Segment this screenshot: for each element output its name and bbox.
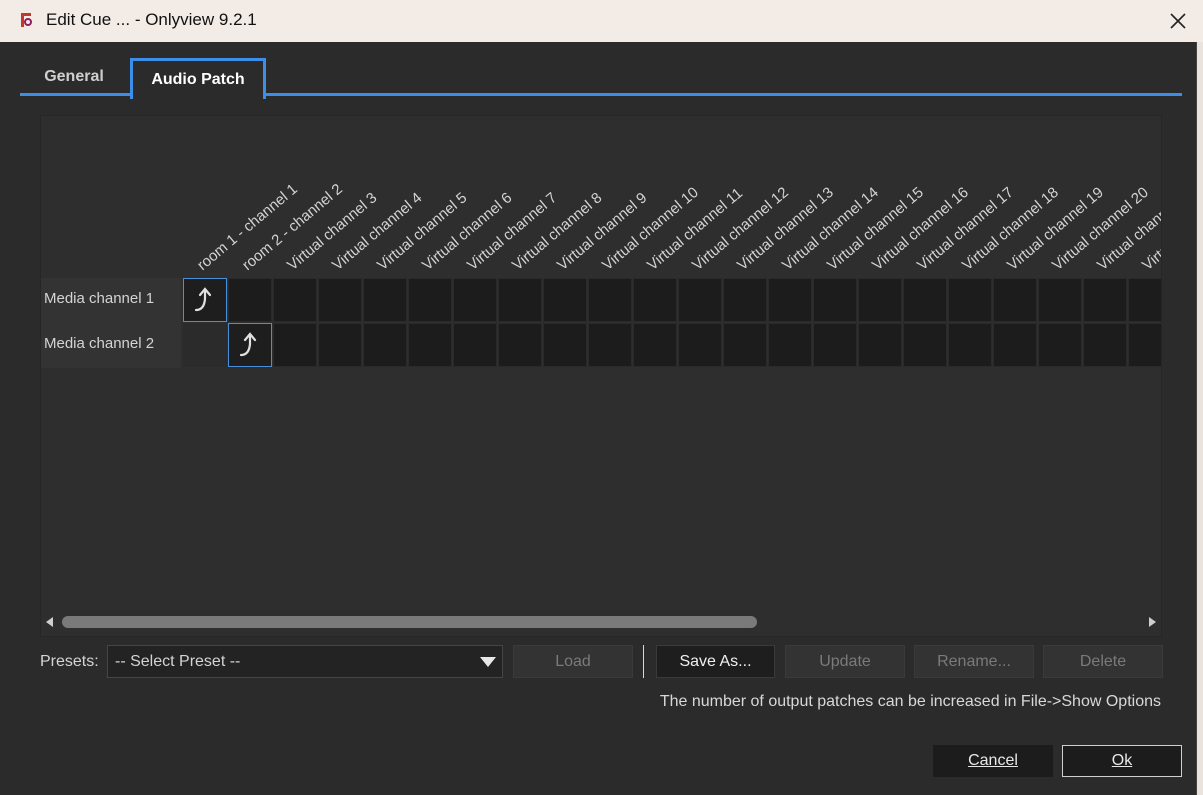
patch-cell[interactable] [633,278,677,322]
close-button[interactable] [1163,6,1193,36]
patch-cell[interactable] [363,278,407,322]
patch-cell[interactable] [1038,323,1082,367]
separator [643,645,644,678]
patch-cell[interactable] [813,323,857,367]
patch-cell-active[interactable] [183,278,227,322]
onlyview-logo-icon [21,13,32,27]
tab-general[interactable]: General [20,58,128,96]
window-edge [1197,42,1203,795]
row-label: Media channel 1 [44,290,155,307]
patch-cell[interactable] [408,323,452,367]
patch-cell[interactable] [768,278,812,322]
patch-cell[interactable] [858,323,902,367]
patch-cell[interactable] [543,323,587,367]
patch-cell[interactable] [318,323,362,367]
window-title: Edit Cue ... - Onlyview 9.2.1 [46,10,257,29]
patch-cell[interactable] [1038,278,1082,322]
rename-button[interactable]: Rename... [914,645,1034,678]
patch-cell[interactable] [948,323,992,367]
patch-cell[interactable] [318,278,362,322]
cancel-button[interactable]: Cancel [933,745,1053,777]
patch-cell[interactable] [453,278,497,322]
patch-cell[interactable] [813,278,857,322]
patch-cell[interactable] [948,278,992,322]
scroll-right-arrow-icon[interactable] [1149,617,1156,627]
close-icon [1170,13,1186,29]
patch-cell-active[interactable] [228,323,272,367]
audio-patch-matrix: room 1 - channel 1 room 2 - channel 2 Virt… [40,115,1162,637]
update-button[interactable]: Update [785,645,905,678]
patch-cell[interactable] [588,278,632,322]
tab-bar: General Audio Patch [20,58,1182,99]
patch-cell[interactable] [453,323,497,367]
patch-cell[interactable] [723,323,767,367]
tab-audio-patch[interactable]: Audio Patch [130,58,266,99]
patch-cell[interactable] [858,278,902,322]
patch-cell[interactable] [543,278,587,322]
patch-cell[interactable] [903,278,947,322]
patch-cell[interactable] [588,323,632,367]
patch-cell[interactable] [1128,323,1161,367]
patch-cell[interactable] [993,278,1037,322]
patch-cell[interactable] [633,323,677,367]
info-text: The number of output patches can be incr… [659,693,1161,710]
cancel-label: Cancel [968,752,1018,769]
ok-label: Ok [1111,752,1133,769]
patch-cell[interactable] [768,323,812,367]
load-button[interactable]: Load [513,645,633,678]
patch-cell[interactable] [498,323,542,367]
patch-arrow-icon [194,287,212,312]
patch-cell[interactable] [1128,278,1161,322]
row-label: Media channel 2 [44,335,155,352]
patch-cell[interactable] [678,278,722,322]
dialog-body: General Audio Patch room 1 - channel 1 ro… [0,42,1197,795]
save-as-button[interactable]: Save As... [656,645,775,678]
patch-cell[interactable] [228,278,272,322]
delete-button[interactable]: Delete [1043,645,1163,678]
patch-cell[interactable] [993,323,1037,367]
patch-cell[interactable] [723,278,767,322]
patch-cell[interactable] [903,323,947,367]
scroll-left-arrow-icon[interactable] [46,617,53,627]
scrollbar-thumb[interactable] [62,616,757,628]
preset-select-value: -- Select Preset -- [115,653,241,670]
patch-cell[interactable] [678,323,722,367]
patch-cell[interactable] [408,278,452,322]
column-headers: room 1 - channel 1 room 2 - channel 2 Virt… [41,116,1161,278]
patch-cell[interactable] [273,323,317,367]
patch-arrow-icon [239,332,257,357]
chevron-down-icon [480,657,496,667]
patch-cell[interactable] [1083,278,1127,322]
patch-cell[interactable] [273,278,317,322]
title-bar: Edit Cue ... - Onlyview 9.2.1 [0,0,1203,42]
patch-cell[interactable] [183,323,227,367]
patch-cell[interactable] [498,278,542,322]
presets-label: Presets: [40,653,99,670]
horizontal-scrollbar[interactable] [40,614,1162,632]
patch-cell[interactable] [1083,323,1127,367]
patch-cell[interactable] [363,323,407,367]
preset-select[interactable]: -- Select Preset -- [107,645,503,678]
ok-button[interactable]: Ok [1062,745,1182,777]
